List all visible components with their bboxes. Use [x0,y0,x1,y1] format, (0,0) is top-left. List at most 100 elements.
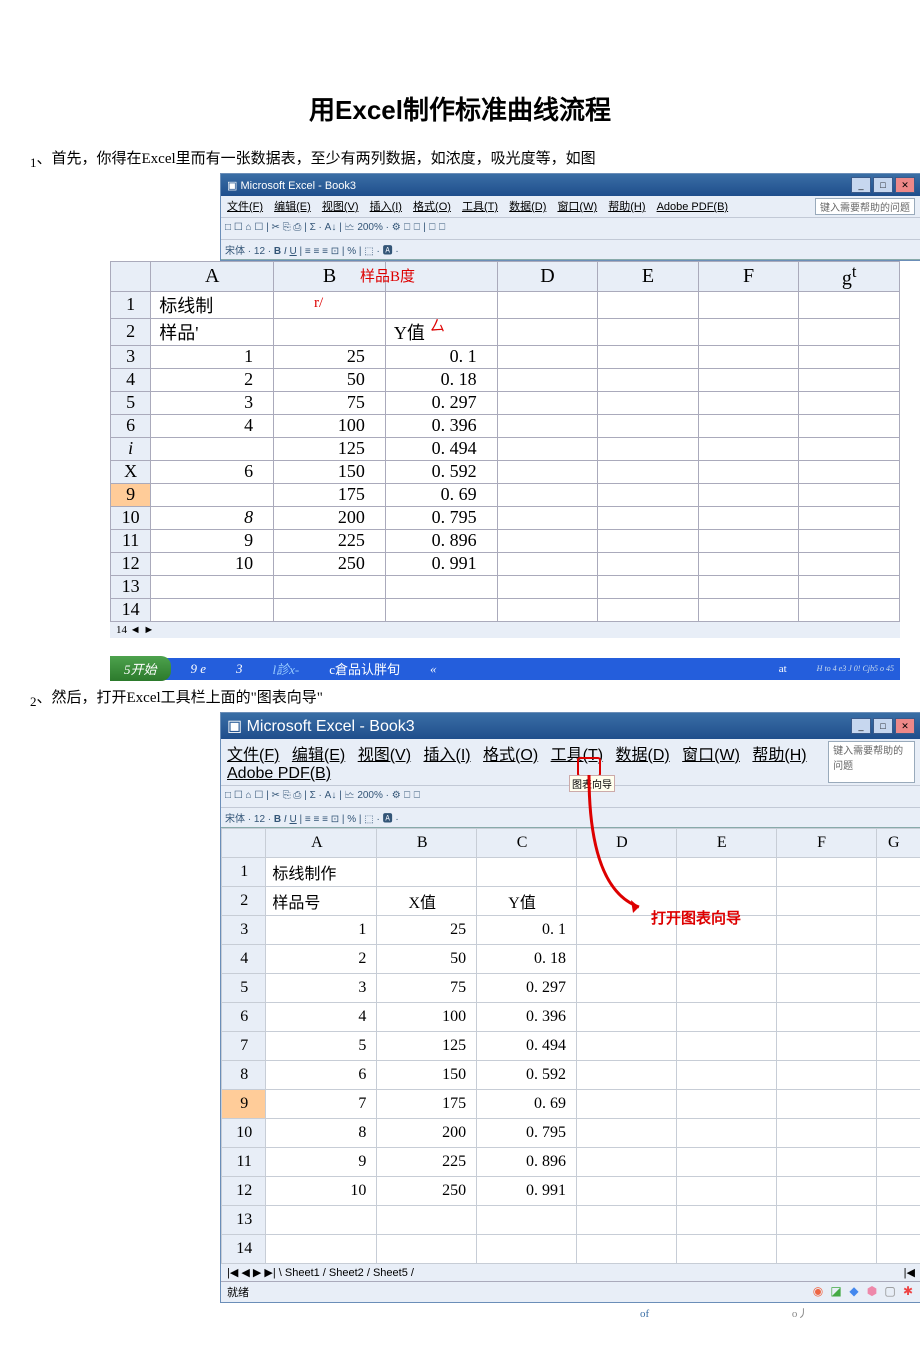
cell[interactable]: 10 [151,552,274,575]
chart-wizard-icon[interactable]: 🗠 [344,790,354,801]
maximize-icon[interactable]: □ [873,177,893,193]
tray-icon[interactable]: ◆ [847,1284,861,1298]
corner-cell[interactable] [222,828,266,857]
cell[interactable]: 0. 396 [385,414,497,437]
col-header-C[interactable]: C [477,828,577,857]
menu-insert[interactable]: 插入(I) [423,747,470,764]
menu-window[interactable]: 窗口(W) [682,747,740,764]
row-header[interactable]: 6 [222,1002,266,1031]
menu-adobe[interactable]: Adobe PDF(B) [657,201,729,213]
row-header[interactable]: 11 [222,1147,266,1176]
cell[interactable]: 125 [377,1031,477,1060]
row-header[interactable]: 14 [111,598,151,621]
formatting-toolbar[interactable]: 宋体 · 12 · B I U | ≡ ≡ ≡ ⊡ | % | ⬚ · 🅰 · [221,240,920,260]
tray-icon[interactable]: ◪ [829,1284,843,1298]
row-header[interactable]: 1 [222,857,266,886]
row-header[interactable]: 10 [222,1118,266,1147]
cell[interactable]: 样品' [151,318,274,345]
cell[interactable]: 0. 297 [385,391,497,414]
cell[interactable]: 9 [266,1147,377,1176]
cell[interactable]: 175 [274,483,386,506]
cell[interactable]: 1 [151,345,274,368]
tray-icon[interactable]: ⬢ [865,1284,879,1298]
cell[interactable]: 0. 1 [385,345,497,368]
row-header[interactable]: 4 [222,944,266,973]
close-icon[interactable]: ✕ [895,718,915,734]
row-header[interactable]: 3 [222,915,266,944]
menu-format[interactable]: 格式(O) [413,201,451,213]
row-header[interactable]: 2 [111,318,151,345]
col-header-A[interactable]: A [266,828,377,857]
cell[interactable]: 0. 896 [385,529,497,552]
cell[interactable]: 175 [377,1089,477,1118]
row-header[interactable]: 6 [111,414,151,437]
taskbar-item[interactable]: 3 [236,661,243,677]
cell[interactable]: 225 [274,529,386,552]
row-header[interactable]: 7 [222,1031,266,1060]
row-header[interactable]: X [111,460,151,483]
help-search-input[interactable]: 键入需要帮助的问题 [815,198,915,215]
cell[interactable]: 0. 396 [477,1002,577,1031]
col-header-F[interactable]: F [698,262,799,292]
menu-view[interactable]: 视图(V) [322,201,359,213]
cell[interactable]: 4 [151,414,274,437]
cell[interactable] [151,483,274,506]
cell[interactable]: 0. 795 [477,1118,577,1147]
menu-data[interactable]: 数据(D) [509,201,546,213]
help-search-input[interactable]: 键入需要帮助的问题 [828,741,915,783]
cell[interactable]: 标线制 [151,291,274,318]
cell[interactable]: 150 [377,1060,477,1089]
menu-window[interactable]: 窗口(W) [557,201,597,213]
cell[interactable]: 50 [274,368,386,391]
cell[interactable]: 0. 494 [477,1031,577,1060]
menu-format[interactable]: 格式(O) [483,747,538,764]
row-header[interactable]: 13 [111,575,151,598]
taskbar-item[interactable]: l診x- [273,659,300,678]
taskbar-item[interactable]: c倉品认胖旬 [329,659,400,678]
menu-help[interactable]: 帮助(H) [608,201,645,213]
col-header-G[interactable]: gt [799,262,900,292]
cell[interactable]: 2 [151,368,274,391]
row-header[interactable]: 10 [111,506,151,529]
cell[interactable]: 8 [151,506,274,529]
cell[interactable]: 75 [274,391,386,414]
row-header[interactable]: 5 [111,391,151,414]
cell[interactable]: 8 [266,1118,377,1147]
menu-file[interactable]: 文件(F) [227,747,279,764]
cell[interactable]: 100 [274,414,386,437]
menu-adobe[interactable]: Adobe PDF(B) [227,765,331,782]
row-header-selected[interactable]: 9 [111,483,151,506]
cell[interactable]: 0. 592 [477,1060,577,1089]
row-header[interactable]: 12 [111,552,151,575]
cell[interactable]: Y值 [477,886,577,915]
cell[interactable]: 0. 1 [477,915,577,944]
taskbar-item[interactable]: 9 e [191,661,207,677]
row-header[interactable]: 14 [222,1234,266,1263]
cell[interactable]: 0. 18 [385,368,497,391]
row-header[interactable]: 4 [111,368,151,391]
cell[interactable]: 2 [266,944,377,973]
cell[interactable]: 250 [377,1176,477,1205]
cell[interactable]: 0. 494 [385,437,497,460]
cell[interactable]: 0. 69 [385,483,497,506]
cell[interactable]: 4 [266,1002,377,1031]
row-header[interactable]: 2 [222,886,266,915]
cell[interactable]: 6 [266,1060,377,1089]
row-header[interactable]: 5 [222,973,266,1002]
cell[interactable]: 标线制作 [266,857,377,886]
menu-edit[interactable]: 编辑(E) [292,747,345,764]
tray-icon[interactable]: ▢ [883,1284,897,1298]
col-header-A[interactable]: A [151,262,274,292]
cell[interactable]: 225 [377,1147,477,1176]
cell[interactable]: 0. 297 [477,973,577,1002]
minimize-icon[interactable]: _ [851,718,871,734]
start-button[interactable]: 5开始 [110,656,171,681]
cell[interactable]: 100 [377,1002,477,1031]
row-header-selected[interactable]: 9 [222,1089,266,1118]
cell[interactable]: 10 [266,1176,377,1205]
cell[interactable]: 3 [266,973,377,1002]
maximize-icon[interactable]: □ [873,718,893,734]
menu-tools[interactable]: 工具(T) [462,201,498,213]
tray-icon[interactable]: ✱ [901,1284,915,1298]
col-header-D[interactable]: D [497,262,598,292]
